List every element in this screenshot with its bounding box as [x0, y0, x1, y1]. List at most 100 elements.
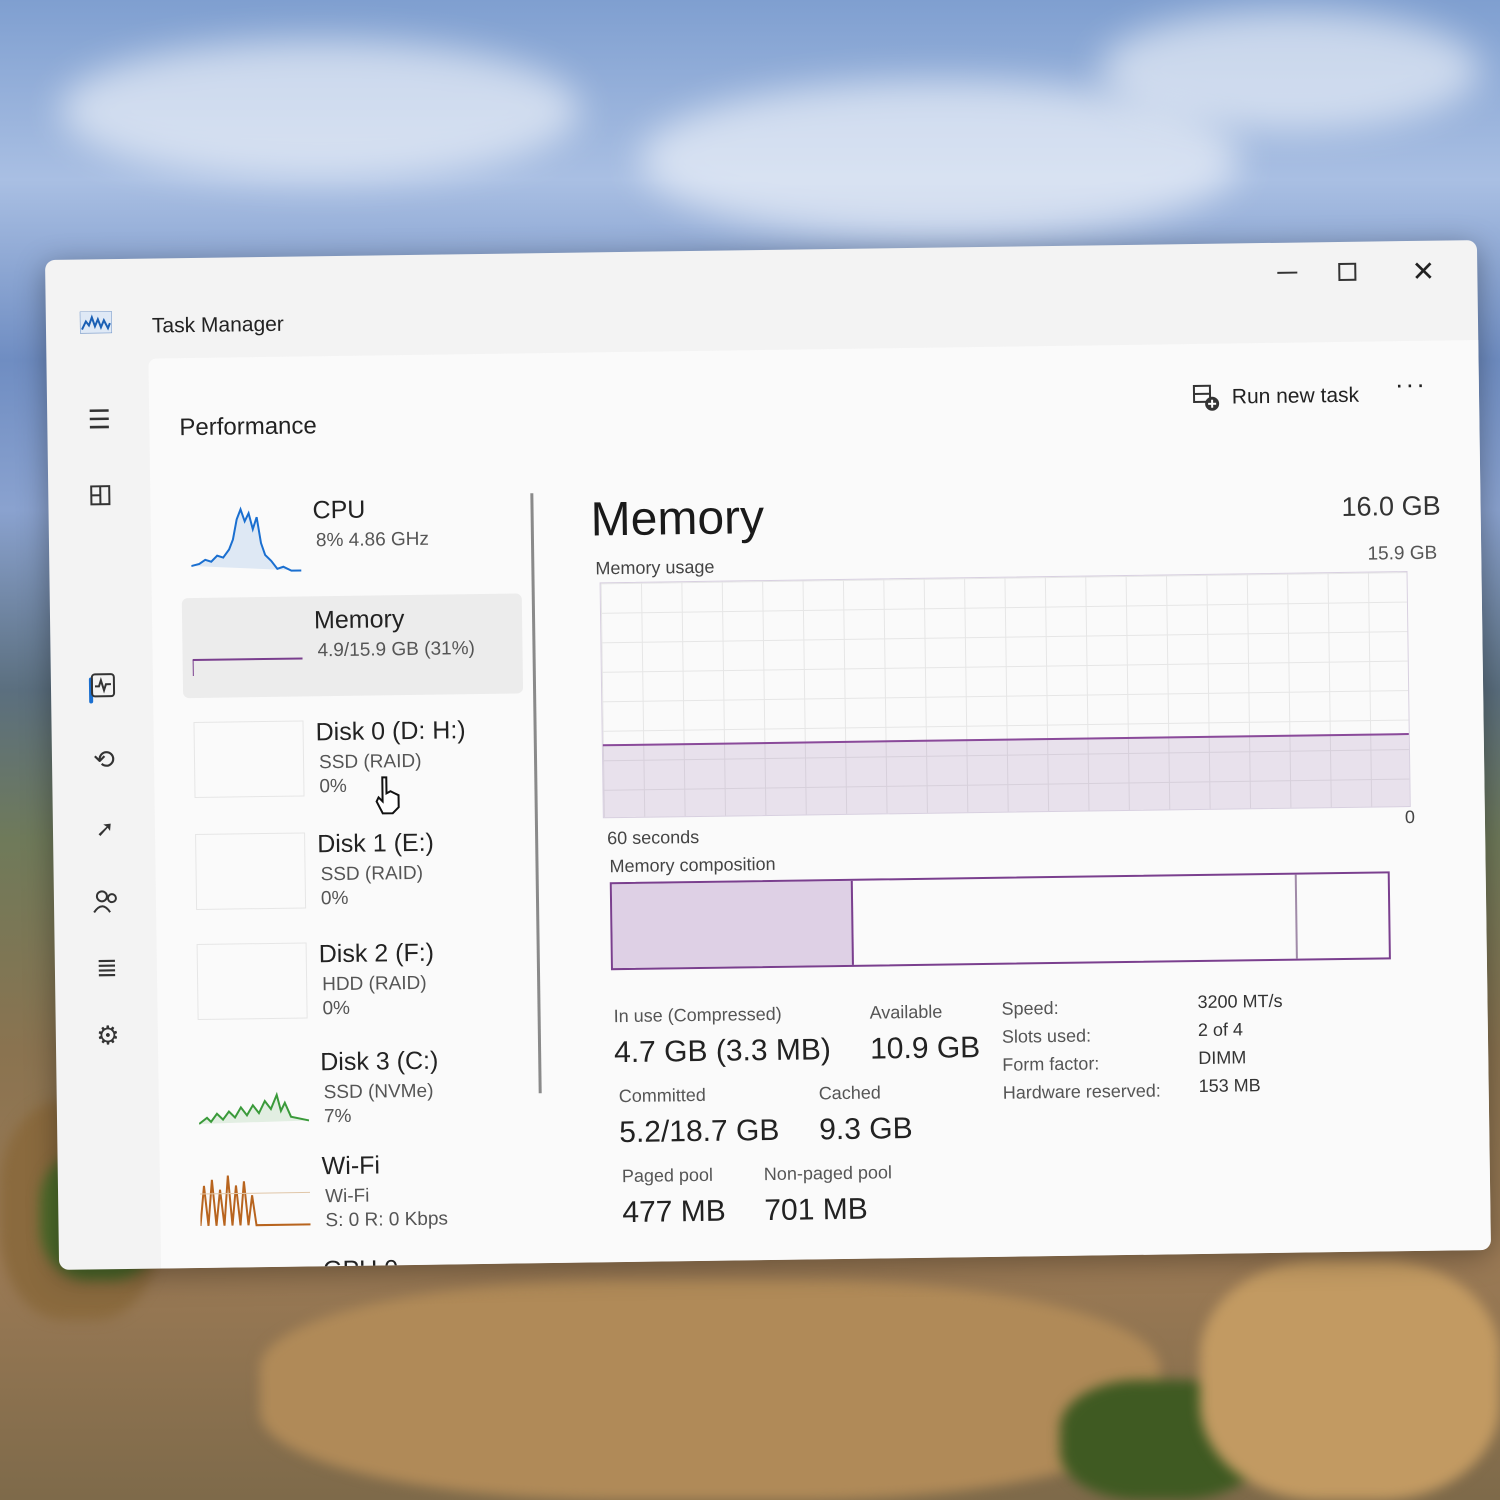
disk-3-thumbnail-graph: [198, 1091, 310, 1125]
cpu-thumbnail-graph: [191, 506, 302, 572]
navigation-rail: ☰ ⟲ ➚ ≣ ⚙: [47, 369, 160, 1270]
nav-services-button[interactable]: ⚙: [86, 1015, 131, 1056]
details-icon: ≣: [95, 951, 118, 982]
non-paged-pool-value: 701 MB: [764, 1192, 868, 1228]
nav-startup-button[interactable]: ➚: [83, 809, 128, 850]
perf-item-disk-1[interactable]: Disk 1 (E:) SSD (RAID) 0%: [185, 817, 526, 922]
perf-item-name: Disk 0 (D: H:): [315, 716, 466, 747]
paged-pool-label: Paged pool: [621, 1164, 714, 1187]
main-content: Performance Run new task ··· CPU 8% 4.86…: [148, 340, 1491, 1270]
hardware-reserved-value: 153 MB: [1198, 1075, 1261, 1097]
graph-zero-label: 0: [1404, 806, 1416, 828]
perf-item-gpu-0[interactable]: GPU 0: [191, 1243, 531, 1270]
maximize-button[interactable]: [1317, 249, 1378, 294]
users-icon: [93, 890, 117, 913]
perf-item-detail: 4.9/15.9 GB (31%): [317, 638, 476, 662]
nav-users-button[interactable]: [84, 881, 129, 922]
nav-details-button[interactable]: ≣: [85, 947, 130, 988]
cached-label: Cached: [818, 1082, 881, 1104]
composition-standby-boundary[interactable]: [1294, 874, 1298, 959]
disk-2-thumbnail-graph: [196, 942, 308, 1020]
memory-usage-fill: [602, 733, 1410, 818]
performance-icon: [90, 673, 116, 698]
perf-item-name: GPU 0: [322, 1255, 399, 1270]
perf-item-throughput: S: 0 R: 0 Kbps: [325, 1208, 449, 1232]
slots-used-value: 2 of 4: [1197, 1019, 1244, 1041]
speed-label: Speed:: [1001, 997, 1059, 1019]
perf-item-type: SSD (RAID): [318, 750, 422, 774]
perf-item-name: Wi-Fi: [321, 1151, 381, 1181]
nav-processes-button[interactable]: [78, 475, 123, 516]
perf-item-usage: 0%: [322, 997, 351, 1020]
services-icon: ⚙: [95, 1019, 120, 1050]
maximize-icon: [1338, 262, 1357, 281]
perf-item-disk-0[interactable]: Disk 0 (D: H:) SSD (RAID) 0%: [183, 705, 524, 810]
run-new-task-button[interactable]: Run new task: [1192, 382, 1360, 412]
task-manager-app-icon: [79, 311, 113, 334]
in-use-value: 4.7 GB (3.3 MB): [613, 1033, 832, 1070]
nav-performance-button[interactable]: [81, 665, 126, 706]
perf-item-type: HDD (RAID): [322, 972, 427, 996]
run-task-icon: [1192, 384, 1219, 411]
task-manager-window: Task Manager ✕ ☰ ⟲ ➚ ≣ ⚙ Performance Run…: [45, 240, 1491, 1270]
memory-usage-graph: [599, 571, 1411, 819]
processes-icon: [90, 485, 111, 506]
minimize-icon: [1277, 271, 1298, 274]
perf-item-usage: 0%: [320, 887, 349, 910]
memory-detail-panel: Memory 16.0 GB Memory usage 15.9 GB 60 s…: [590, 471, 1451, 1263]
performance-list: CPU 8% 4.86 GHz Memory 4.9/15.9 GB (31%)…: [180, 483, 541, 1270]
close-icon: ✕: [1411, 255, 1436, 287]
available-value: 10.9 GB: [869, 1031, 981, 1066]
memory-composition-label: Memory composition: [609, 853, 776, 877]
perf-item-disk-2[interactable]: Disk 2 (F:) HDD (RAID) 0%: [186, 927, 527, 1032]
perf-item-usage: 0%: [319, 775, 348, 798]
perf-item-memory[interactable]: Memory 4.9/15.9 GB (31%): [181, 593, 524, 699]
app-history-icon: ⟲: [92, 743, 116, 774]
run-new-task-label: Run new task: [1231, 383, 1360, 409]
hand-cursor-icon: [375, 776, 400, 815]
memory-graph-max: 15.9 GB: [1367, 542, 1438, 565]
page-title: Performance: [179, 412, 317, 442]
slots-used-label: Slots used:: [1001, 1025, 1092, 1047]
window-title: Task Manager: [151, 312, 285, 338]
perf-item-cpu[interactable]: CPU 8% 4.86 GHz: [180, 483, 521, 588]
title-bar[interactable]: Task Manager ✕: [45, 240, 1478, 350]
perf-item-type: Wi-Fi: [324, 1185, 370, 1208]
perf-item-type: SSD (RAID): [320, 862, 424, 886]
memory-total: 16.0 GB: [1341, 490, 1441, 522]
hardware-reserved-label: Hardware reserved:: [1002, 1080, 1161, 1103]
paged-pool-value: 477 MB: [622, 1194, 726, 1230]
minimize-button[interactable]: [1257, 250, 1318, 295]
perf-item-type: SSD (NVMe): [323, 1080, 434, 1104]
graph-time-label: 60 seconds: [607, 826, 700, 849]
perf-item-disk-3[interactable]: Disk 3 (C:) SSD (NVMe) 7%: [188, 1035, 529, 1140]
perf-item-name: Disk 2 (F:): [318, 938, 435, 969]
background-cloud: [60, 40, 580, 180]
form-factor-label: Form factor:: [1002, 1053, 1100, 1075]
in-use-label: In use (Compressed): [613, 1003, 782, 1027]
close-button[interactable]: ✕: [1393, 248, 1454, 293]
non-paged-pool-label: Non-paged pool: [763, 1162, 893, 1185]
perf-item-detail: 8% 4.86 GHz: [315, 528, 430, 552]
background-rock: [1200, 1260, 1500, 1500]
wifi-thumbnail-graph: [199, 1175, 311, 1227]
nav-app-history-button[interactable]: ⟲: [82, 739, 127, 780]
nav-menu-button[interactable]: ☰: [77, 399, 122, 440]
perf-item-name: Memory: [313, 605, 405, 635]
memory-heading: Memory: [590, 491, 765, 547]
committed-value: 5.2/18.7 GB: [619, 1113, 780, 1150]
more-options-button[interactable]: ···: [1395, 369, 1427, 400]
startup-icon: ➚: [95, 816, 115, 842]
form-factor-value: DIMM: [1198, 1047, 1247, 1069]
memory-usage-label: Memory usage: [595, 556, 715, 579]
menu-icon: ☰: [87, 403, 112, 434]
perf-item-name: CPU: [312, 495, 366, 525]
perf-item-name: Disk 1 (E:): [317, 828, 435, 859]
committed-label: Committed: [618, 1084, 706, 1107]
disk-0-thumbnail-graph: [193, 720, 305, 799]
composition-in-use-segment[interactable]: [611, 880, 854, 969]
memory-thumbnail-graph: [191, 657, 303, 677]
perf-item-wifi[interactable]: Wi-Fi Wi-Fi S: 0 R: 0 Kbps: [189, 1139, 530, 1244]
background-rock: [260, 1280, 1160, 1500]
memory-composition-bar: [609, 871, 1391, 971]
